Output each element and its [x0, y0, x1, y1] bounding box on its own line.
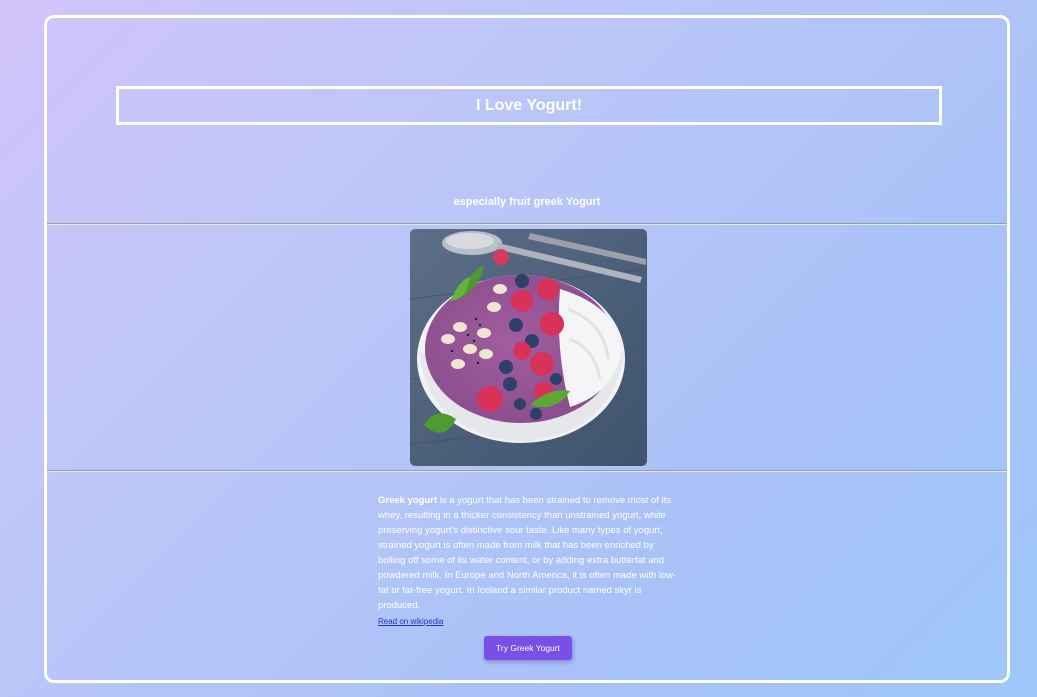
content-card: I Love Yogurt! especially fruit greek Yo…	[44, 15, 1010, 683]
page-title: I Love Yogurt!	[475, 96, 583, 114]
yogurt-bowl-image	[410, 229, 647, 466]
divider-top	[47, 223, 1007, 225]
divider-bottom	[47, 470, 1007, 472]
title-box: I Love Yogurt!	[116, 86, 942, 125]
description-paragraph: Greek yogurt is a yogurt that has been s…	[378, 493, 678, 613]
try-greek-yogurt-button[interactable]: Try Greek Yogurt	[484, 636, 572, 660]
page-subtitle: especially fruit greek Yogurt	[453, 196, 601, 208]
description-lead: Greek yogurt	[378, 495, 438, 506]
wikipedia-link[interactable]: Read on wikipedia	[378, 617, 443, 626]
description-body: is a yogurt that has been strained to re…	[378, 495, 677, 611]
